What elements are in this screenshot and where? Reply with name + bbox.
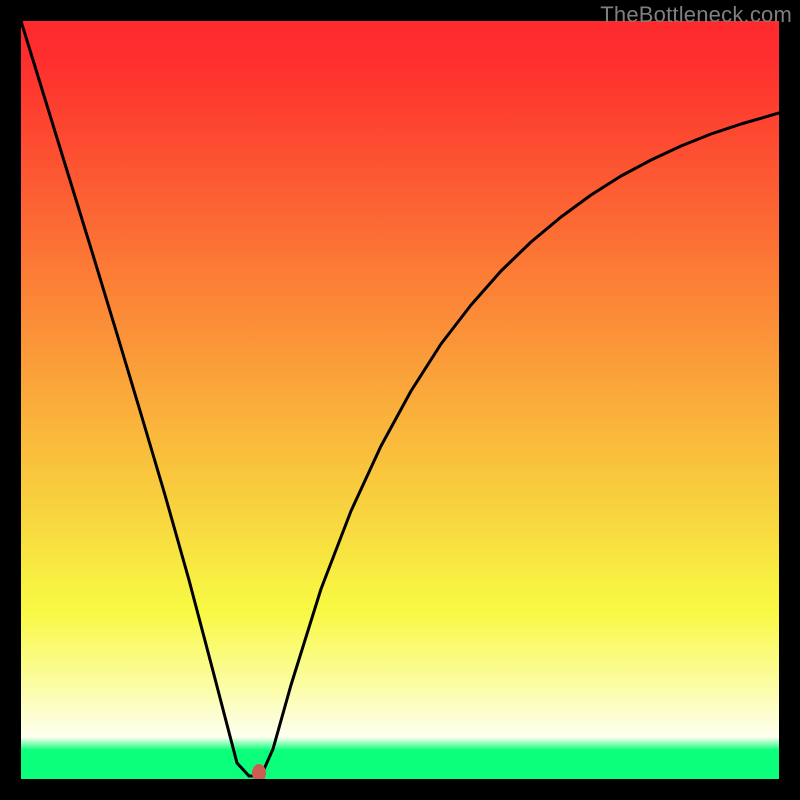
chart-area bbox=[21, 21, 779, 779]
watermark-text: TheBottleneck.com bbox=[600, 2, 792, 28]
bottleneck-curve bbox=[21, 21, 779, 779]
